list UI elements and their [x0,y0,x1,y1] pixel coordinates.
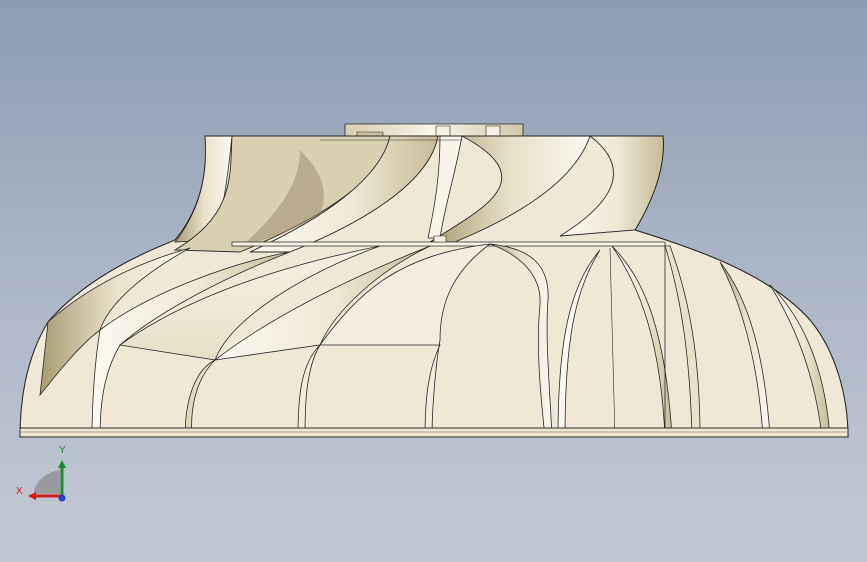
y-axis-label: Y [59,445,66,456]
impeller-base [19,427,849,438]
impeller-model[interactable] [0,0,867,562]
coordinate-triad: X Y [12,440,82,510]
x-axis-label: X [16,486,23,497]
graphics-viewport[interactable]: X Y [0,0,867,562]
